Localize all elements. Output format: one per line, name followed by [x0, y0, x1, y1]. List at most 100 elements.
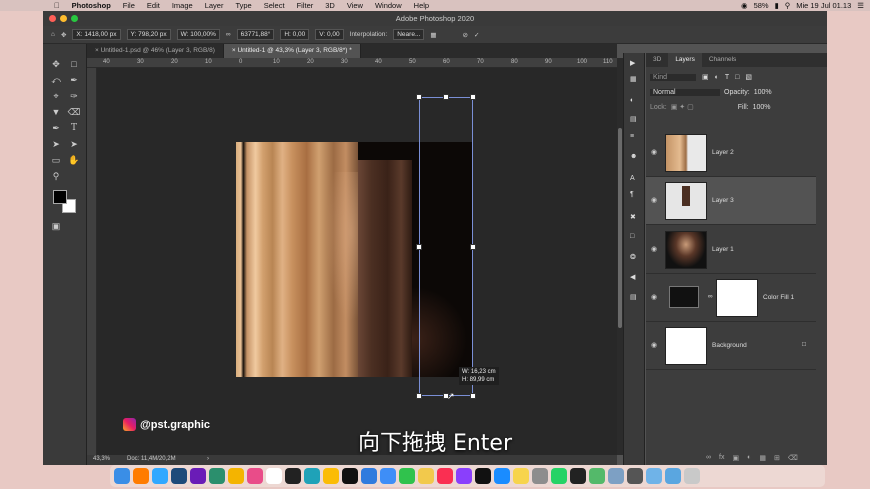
transform-handle[interactable] — [416, 244, 422, 250]
libraries-icon[interactable]: ▤ — [630, 115, 637, 123]
screenshot-icon[interactable] — [627, 468, 643, 484]
layer-row-background[interactable]: ◉ Background □ — [646, 322, 816, 370]
menu-file[interactable]: File — [117, 1, 141, 10]
shape-filter-icon[interactable]: □ — [735, 74, 739, 81]
menu-help[interactable]: Help — [408, 1, 435, 10]
move-tool-icon[interactable]: ✥ — [49, 58, 63, 71]
pen-tool-icon[interactable]: ✒ — [49, 122, 63, 135]
system-preferences-icon[interactable] — [532, 468, 548, 484]
audition-icon[interactable] — [209, 468, 225, 484]
canvas-area[interactable]: W: 16,23 cm H: 89,99 cm ↗ — [97, 68, 617, 461]
transform-handle[interactable] — [416, 94, 422, 100]
layers-mini-icon[interactable]: ▤ — [630, 293, 637, 301]
messages-icon[interactable] — [399, 468, 415, 484]
control-center-icon[interactable]: ☰ — [857, 1, 864, 10]
eye-icon[interactable]: ◉ — [651, 245, 657, 253]
wifi-icon[interactable]: ◉ — [741, 1, 748, 10]
smart-filter-icon[interactable]: ▧ — [745, 73, 752, 81]
hand-tool-icon[interactable]: ✋ — [67, 154, 81, 167]
crop-tool-icon[interactable]: ⌖ — [49, 90, 63, 103]
chrome-icon[interactable] — [323, 468, 339, 484]
sliders-icon[interactable]: ≡ — [630, 133, 634, 140]
zoom-window-button[interactable] — [71, 15, 78, 22]
tools-icon[interactable]: ✖ — [630, 213, 636, 221]
adjustments-icon[interactable]: ◐ — [630, 97, 634, 104]
clock[interactable]: Mie 19 Jul 01.13 — [796, 1, 851, 10]
layer-thumbnail[interactable] — [665, 327, 707, 365]
preview-icon[interactable] — [608, 468, 624, 484]
layer-row-color-fill-1[interactable]: ◉ ∞ Color Fill 1 — [646, 274, 816, 322]
music-icon[interactable] — [437, 468, 453, 484]
terminal-icon[interactable] — [285, 468, 301, 484]
layer-thumbnail[interactable] — [665, 231, 707, 269]
whatsapp-icon[interactable] — [551, 468, 567, 484]
history-icon[interactable]: ▶ — [630, 59, 635, 67]
vertical-ruler[interactable] — [87, 68, 97, 461]
eraser-tool-icon[interactable]: ⌫ — [67, 106, 81, 119]
warp-icon[interactable]: ▦ — [430, 31, 436, 39]
tab-3d[interactable]: 3D — [646, 53, 668, 67]
close-window-button[interactable] — [49, 15, 56, 22]
calendar-icon[interactable] — [266, 468, 282, 484]
maps-icon[interactable] — [589, 468, 605, 484]
finder-icon[interactable] — [114, 468, 130, 484]
chain-link-icon[interactable]: ∞ — [708, 293, 713, 300]
layer-name[interactable]: Layer 3 — [712, 197, 734, 204]
music-app-icon[interactable] — [247, 468, 263, 484]
type-filter-icon[interactable]: T — [725, 74, 729, 81]
opacity-field[interactable]: 100% — [754, 89, 772, 96]
photoshop-icon[interactable] — [152, 468, 168, 484]
transform-handle[interactable] — [470, 244, 476, 250]
timeline-icon[interactable]: ◀ — [630, 273, 635, 281]
menu-type[interactable]: Type — [229, 1, 257, 10]
fill-swatch-thumbnail[interactable] — [669, 286, 699, 308]
eye-icon[interactable]: ◉ — [651, 196, 657, 204]
paragraph-icon[interactable]: ¶ — [630, 191, 634, 198]
search-icon[interactable]: ⚲ — [785, 1, 791, 10]
layer-thumbnail[interactable] — [665, 134, 707, 172]
safari-icon[interactable] — [361, 468, 377, 484]
layer-row-layer-1[interactable]: ◉ Layer 1 — [646, 226, 816, 274]
mail-icon[interactable] — [380, 468, 396, 484]
layer-thumbnail[interactable] — [665, 182, 707, 220]
home-icon[interactable]: ⌂ — [51, 31, 55, 38]
eye-icon[interactable]: ◉ — [651, 293, 657, 301]
properties-icon[interactable]: ▦ — [630, 75, 637, 83]
layer-name[interactable]: Layer 1 — [712, 246, 734, 253]
horizontal-ruler[interactable]: 40 30 20 10 0 10 20 30 40 50 60 70 80 90… — [87, 58, 617, 68]
folder-icon[interactable] — [646, 468, 662, 484]
quick-mask-icon[interactable]: ▣ — [49, 220, 63, 233]
app-store-icon[interactable] — [494, 468, 510, 484]
stamp-tool-icon[interactable]: ▼ — [49, 106, 63, 119]
direct-select-tool-icon[interactable]: ➤ — [67, 138, 81, 151]
y-field[interactable]: Y: 798,20 px — [126, 29, 171, 40]
layer-row-layer-2[interactable]: ◉ Layer 2 — [646, 129, 816, 177]
podcasts-icon[interactable] — [456, 468, 472, 484]
width-field[interactable]: W: 100,00% — [176, 29, 220, 40]
menu-select[interactable]: Select — [258, 1, 291, 10]
v-skew-field[interactable]: V: 0,00 — [315, 29, 344, 40]
lightroom-icon[interactable] — [171, 468, 187, 484]
brush-tool-icon[interactable]: ✑ — [67, 90, 81, 103]
layer-row-layer-3[interactable]: ◉ Layer 3 — [646, 177, 816, 225]
trash-bin-icon[interactable] — [684, 468, 700, 484]
filter-kind-select[interactable]: Kind — [650, 73, 696, 81]
quick-select-tool-icon[interactable]: ✒ — [67, 74, 81, 87]
transform-handle[interactable] — [470, 94, 476, 100]
edge-icon[interactable] — [304, 468, 320, 484]
menu-filter[interactable]: Filter — [291, 1, 320, 10]
battery-icon[interactable]: ▮ — [775, 1, 779, 10]
notes-icon[interactable] — [513, 468, 529, 484]
transform-handle[interactable] — [443, 94, 449, 100]
angle-field[interactable]: 63771,88° — [236, 29, 275, 40]
x-field[interactable]: X: 1418,00 px — [72, 29, 121, 40]
fill-field[interactable]: 100% — [753, 104, 771, 111]
photos-icon[interactable] — [418, 468, 434, 484]
h-skew-field[interactable]: H: 0,00 — [280, 29, 310, 40]
transform-bounding-box[interactable] — [419, 97, 473, 396]
lock-icon[interactable]: ▣ ✦ ▢ — [671, 103, 694, 111]
app-menu[interactable]: Photoshop — [66, 1, 117, 10]
menu-window[interactable]: Window — [369, 1, 408, 10]
cancel-transform-icon[interactable]: ⊘ — [463, 31, 468, 39]
tv-icon[interactable] — [475, 468, 491, 484]
